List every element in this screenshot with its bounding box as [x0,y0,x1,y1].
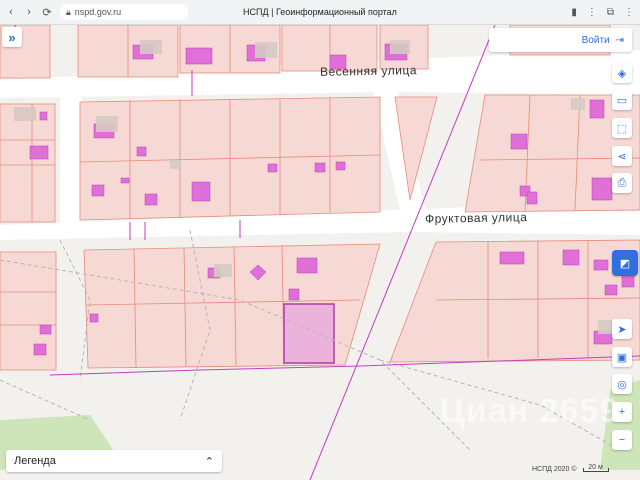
basemap-icon: ▣ [616,351,628,364]
bookmark-icon[interactable]: ▮ [571,7,577,18]
copyright-text: НСПД 2020 © [532,466,577,473]
zoom-in-icon: + [618,406,626,418]
zoom-in-button[interactable]: + [612,402,632,422]
ruler-icon: ▭ [616,94,628,107]
url-text: nspd.gov.ru [74,7,122,17]
print-button[interactable]: ⎙ [612,173,632,193]
legend-dropdown[interactable]: Легенда ⌃ [6,450,222,472]
layers-icon: ◈ [617,67,627,80]
address-bar[interactable]: 🔒︎ nspd.gov.ru [60,4,188,20]
login-icon: ⇥ [615,34,624,46]
menu-icon[interactable]: ⋮ [587,7,597,18]
extensions-icon[interactable]: ⧉ [607,7,614,18]
more-icon[interactable]: ⋮ [624,7,634,18]
reload-icon[interactable]: ⟳ [40,5,54,19]
expand-panel-button[interactable]: » [2,27,22,47]
watermark: Циан 2659 [440,392,620,430]
selected-parcel[interactable] [283,303,335,364]
browser-toolbar: ‹ › ⟳ 🔒︎ nspd.gov.ru НСПД | Геоинформаци… [0,0,640,25]
legend-label: Легенда [14,455,56,467]
zoom-out-button[interactable]: − [612,430,632,450]
scale-label: 20 м [582,464,609,472]
scale-bar: НСПД 2020 © 20 м [532,464,609,473]
lock-icon: 🔒︎ [66,6,71,17]
street-label-vesennyaya: Весенняя улица [319,63,418,79]
ruler-button[interactable]: ▭ [612,90,632,110]
gps-button[interactable]: ◎ [612,374,632,394]
tab-title: НСПД | Геоинформационный портал [243,7,397,17]
street-label-fruktovaya: Фруктовая улица [424,210,528,226]
chevrons-right-icon: » [8,29,16,45]
forward-icon[interactable]: › [22,5,36,19]
basemap-button[interactable]: ▣ [612,347,632,367]
login-button[interactable]: Войти ⇥ [489,28,632,52]
gps-icon: ◎ [617,378,627,391]
share-icon: ⋖ [617,150,627,163]
layers-button[interactable]: ◈ [612,63,632,83]
select-button[interactable]: ⬚ [612,118,632,138]
locate-button[interactable]: ➤ [612,319,632,339]
share-button[interactable]: ⋖ [612,146,632,166]
locate-icon: ➤ [617,323,627,336]
map-panel-button[interactable]: ◩ [612,250,638,276]
print-icon: ⎙ [617,176,627,189]
map-icon: ◩ [619,257,631,270]
login-label: Войти [581,34,610,46]
zoom-out-icon: − [618,434,626,446]
chevron-updown-icon: ⌃ [204,455,214,468]
select-icon: ⬚ [616,122,628,135]
back-icon[interactable]: ‹ [4,5,18,19]
